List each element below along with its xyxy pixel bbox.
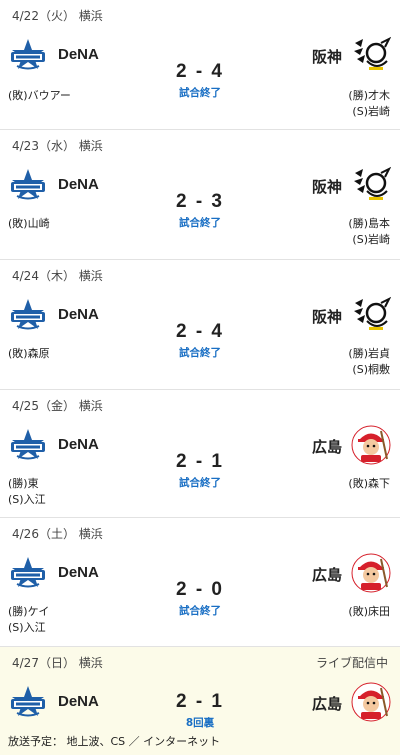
game-status: 試合終了 (179, 217, 221, 229)
venue: 横浜 (78, 139, 103, 153)
venue: 横浜 (78, 9, 103, 23)
away-pitchers: (勝)東 (S)入江 (8, 476, 46, 508)
game-row[interactable]: 4/22（火） 横浜 DeNA 阪神 2 - 4 試合終了 (敗)バウアー (勝)才木 (S)… (0, 0, 400, 130)
game-date-venue: 4/22（火） 横浜 (12, 9, 103, 23)
game-score: 2 - 0 (175, 579, 225, 600)
venue: 横浜 (78, 269, 103, 283)
game-score: 2 - 4 (175, 321, 225, 342)
home-pitchers: (敗)森下 (348, 476, 390, 492)
home-pitchers: (敗)床田 (348, 604, 390, 620)
away-pitchers: (勝)ケイ (S)入江 (8, 604, 49, 636)
live-stream-badge[interactable]: ライブ配信中 (316, 654, 388, 671)
broadcast-schedule: 放送予定： 地上波、CS ／ インターネット (8, 735, 221, 748)
home-pitchers: (勝)才木 (S)岩崎 (348, 88, 390, 120)
game-date-venue: 4/24（木） 横浜 (12, 269, 103, 283)
away-pitchers: (敗)山崎 (8, 216, 50, 232)
pitcher-record: (敗)床田 (348, 605, 390, 618)
away-pitchers: (敗)バウアー (8, 88, 71, 104)
venue: 横浜 (78, 399, 103, 413)
pitcher-record: (勝)島本 (348, 217, 390, 230)
pitcher-record: (勝)才木 (348, 89, 390, 102)
game-row[interactable]: 4/24（木） 横浜 DeNA 阪神 2 - 4 試合終了 (敗)森原 (勝)岩貞 (S)桐敷 (0, 260, 400, 390)
game-row[interactable]: 4/25（金） 横浜 DeNA 広島 2 - 1 試合終了 (勝)東 (S)入江 (敗)森下 (0, 390, 400, 518)
pitcher-record: (S)岩崎 (352, 233, 390, 246)
game-date-venue: 4/26（土） 横浜 (12, 527, 103, 541)
away-pitchers: (敗)森原 (8, 346, 50, 362)
pitcher-record: (S)岩崎 (352, 105, 390, 118)
game-status: 8回裏 (185, 717, 215, 729)
game-status: 試合終了 (179, 605, 221, 617)
pitcher-record: (敗)山崎 (8, 217, 50, 230)
game-score: 2 - 1 (175, 451, 225, 472)
venue: 横浜 (78, 656, 103, 670)
game-score: 2 - 1 (175, 691, 225, 712)
pitcher-record: (S)入江 (8, 493, 46, 506)
pitcher-record: (敗)バウアー (8, 89, 71, 102)
game-date-venue: 4/23（水） 横浜 (12, 139, 103, 153)
game-status: 試合終了 (179, 347, 221, 359)
pitcher-record: (敗)森原 (8, 347, 50, 360)
home-pitchers: (勝)岩貞 (S)桐敷 (348, 346, 390, 378)
game-row[interactable]: 4/26（土） 横浜 DeNA 広島 2 - 0 試合終了 (勝)ケイ (S)入江 (敗)床田 (0, 518, 400, 647)
game-score: 2 - 4 (175, 61, 225, 82)
venue: 横浜 (78, 527, 103, 541)
pitcher-record: (S)桐敷 (352, 363, 390, 376)
game-score: 2 - 3 (175, 191, 225, 212)
game-date-venue: 4/25（金） 横浜 (12, 399, 103, 413)
pitcher-record: (勝)ケイ (8, 605, 50, 618)
pitcher-record: (勝)岩貞 (348, 347, 390, 360)
pitcher-record: (S)入江 (8, 621, 46, 634)
game-row[interactable]: 4/23（水） 横浜 DeNA 阪神 2 - 3 試合終了 (敗)山崎 (勝)島本 (S)岩崎 (0, 130, 400, 260)
home-pitchers: (勝)島本 (S)岩崎 (348, 216, 390, 248)
pitcher-record: (勝)東 (8, 477, 39, 490)
pitcher-record: (敗)森下 (348, 477, 390, 490)
game-status: 試合終了 (179, 477, 221, 489)
game-date-venue: 4/27（日） 横浜 (12, 656, 103, 670)
